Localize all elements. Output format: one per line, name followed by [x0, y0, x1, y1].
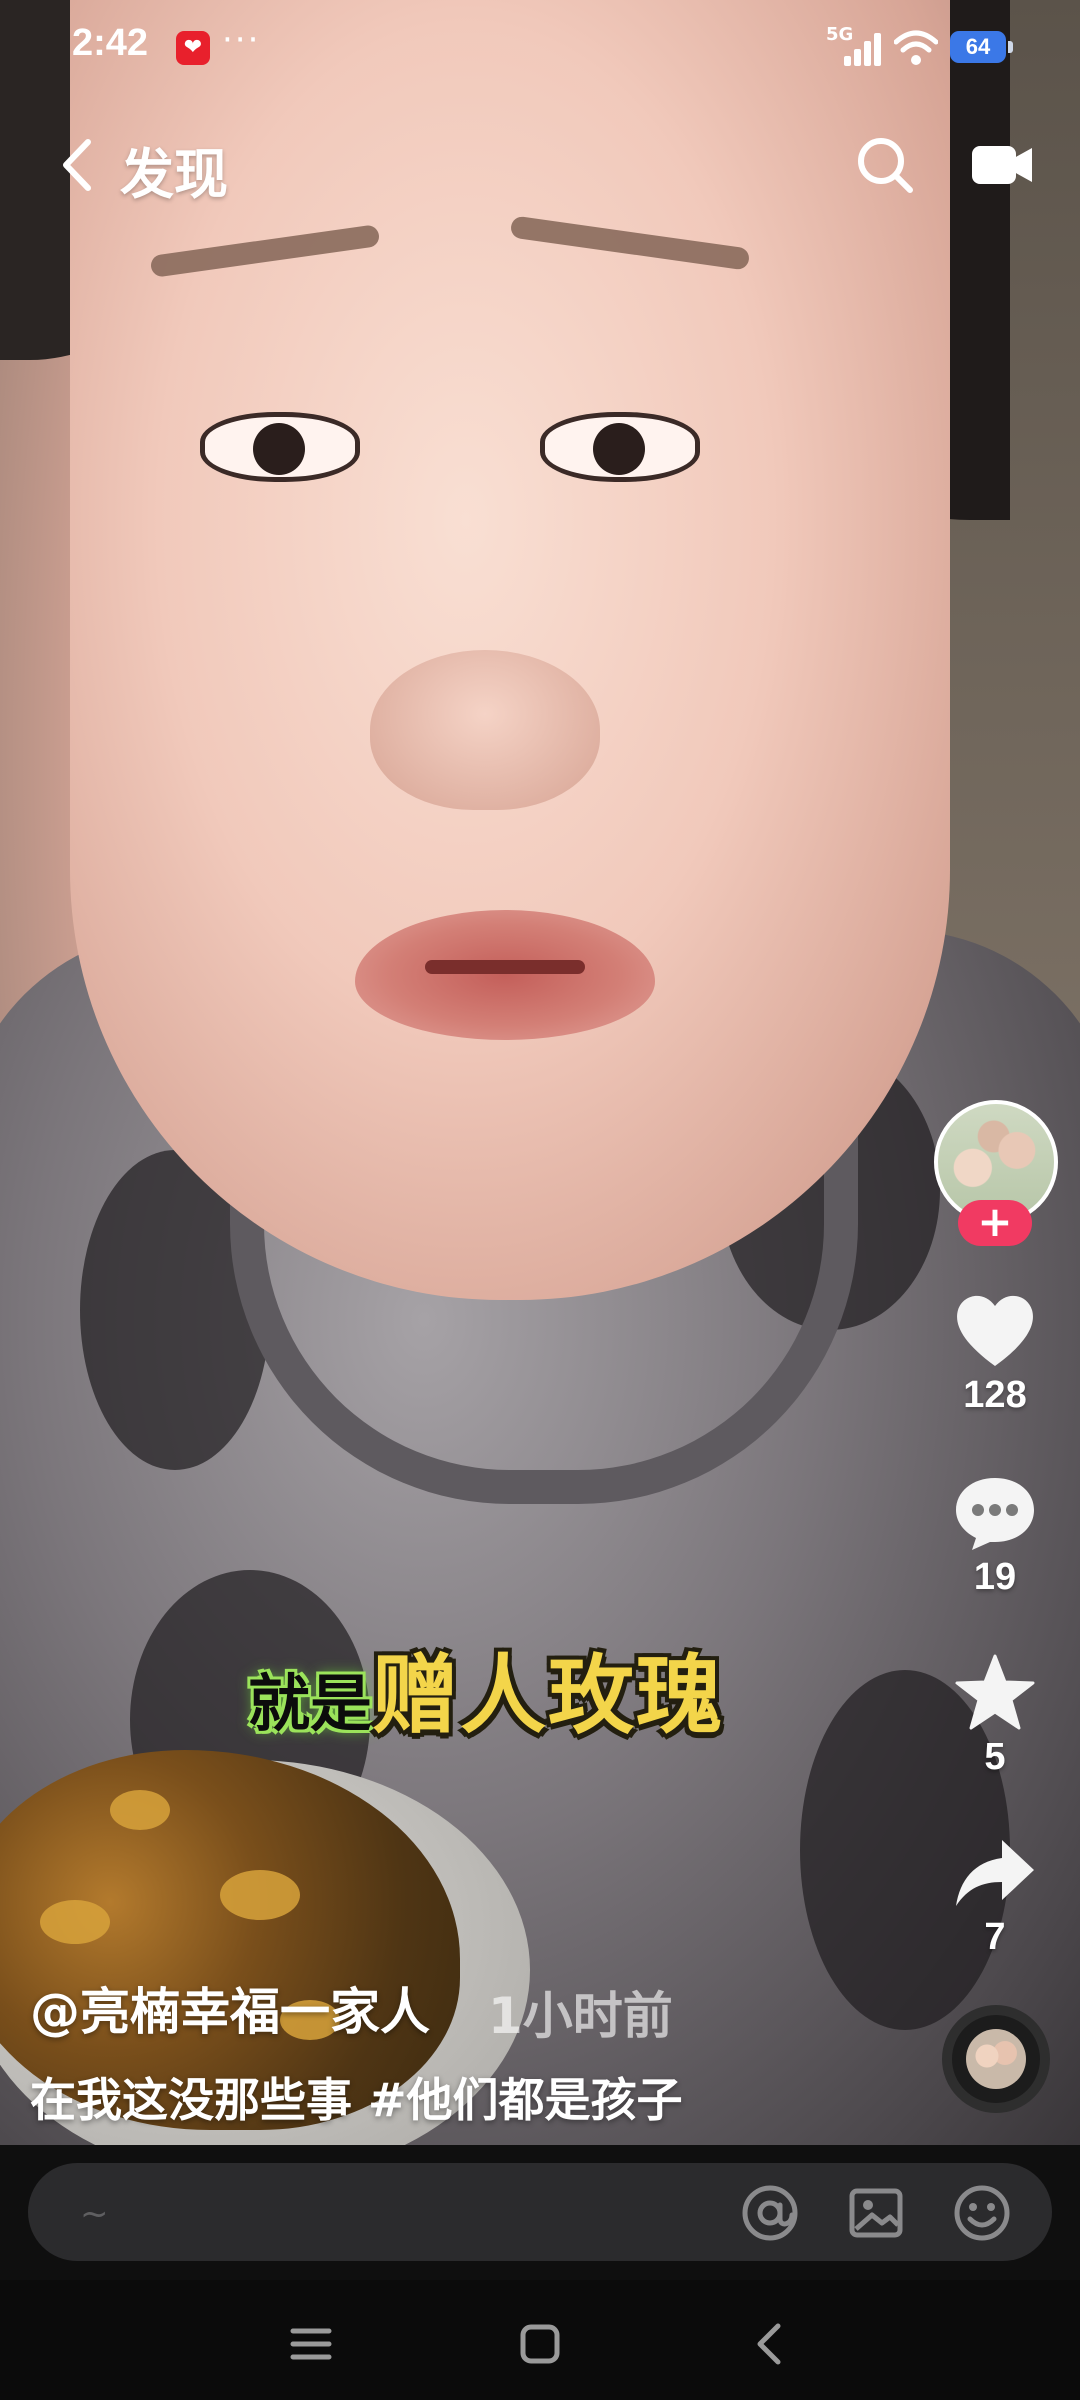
- search-icon[interactable]: [852, 132, 918, 198]
- favorite-count: 5: [984, 1736, 1006, 1778]
- mention-icon[interactable]: [740, 2183, 800, 2243]
- recent-apps-icon[interactable]: [281, 2314, 341, 2374]
- music-cover: [966, 2029, 1026, 2089]
- comment-button[interactable]: 19: [930, 1472, 1060, 1599]
- comment-count: 19: [973, 1556, 1017, 1598]
- video-feed-screen: 就是赠人玫瑰 2:42 ❤ ··· 5G 64 发现 + 128 19 5 7 …: [0, 0, 1080, 2400]
- camera-icon[interactable]: [970, 140, 1034, 190]
- top-nav: 发现: [0, 110, 1080, 220]
- status-time: 2:42: [72, 22, 149, 64]
- like-count: 128: [963, 1374, 1027, 1416]
- home-icon[interactable]: [510, 2314, 570, 2374]
- comment-bar[interactable]: [28, 2163, 1052, 2261]
- left-eye: [200, 412, 360, 482]
- post-description[interactable]: 在我这没那些事 #他们都是孩子: [30, 2064, 683, 2130]
- emoji-icon[interactable]: [952, 2183, 1012, 2243]
- food-piece: [220, 1870, 300, 1920]
- back-icon[interactable]: [48, 132, 108, 198]
- author-name[interactable]: @亮楠幸福一家人: [30, 1972, 430, 2044]
- favorite-button[interactable]: 5: [930, 1652, 1060, 1779]
- share-button[interactable]: 7: [930, 1832, 1060, 1959]
- app-notification-icon: ❤: [176, 31, 210, 65]
- like-button[interactable]: 128: [930, 1290, 1060, 1417]
- share-count: 7: [984, 1916, 1006, 1958]
- page-title: 发现: [120, 143, 228, 206]
- video-caption: 就是赠人玫瑰: [248, 1625, 724, 1750]
- left-eyebrow: [149, 224, 381, 278]
- status-bar: 2:42 ❤ ··· 5G 64: [0, 0, 1080, 100]
- comment-input[interactable]: [78, 2189, 722, 2239]
- right-eyebrow: [509, 215, 751, 271]
- battery-indicator: 64: [950, 31, 1013, 63]
- signal-icon: [844, 30, 884, 66]
- food-piece: [40, 1900, 110, 1944]
- mouth: [355, 910, 655, 1040]
- follow-button[interactable]: +: [958, 1200, 1032, 1246]
- right-eye: [540, 412, 700, 482]
- system-nav-bar: [0, 2280, 1080, 2400]
- star-icon: [955, 1654, 1035, 1730]
- nose: [370, 650, 600, 810]
- more-notifications-icon: ···: [222, 20, 261, 60]
- share-icon: [956, 1840, 1034, 1906]
- food-piece: [110, 1790, 170, 1830]
- system-back-icon[interactable]: [740, 2314, 800, 2374]
- heart-icon: [957, 1295, 1033, 1366]
- music-disc[interactable]: [942, 2005, 1050, 2113]
- caption-small-text: 就是: [248, 1667, 373, 1740]
- video-player[interactable]: 就是赠人玫瑰: [0, 0, 1080, 2145]
- wifi-icon: [894, 30, 938, 65]
- image-icon[interactable]: [846, 2183, 906, 2243]
- caption-big-text: 赠人玫瑰: [372, 1645, 725, 1746]
- post-time: 1小时前: [488, 1987, 673, 2045]
- comment-icon: [956, 1478, 1034, 1550]
